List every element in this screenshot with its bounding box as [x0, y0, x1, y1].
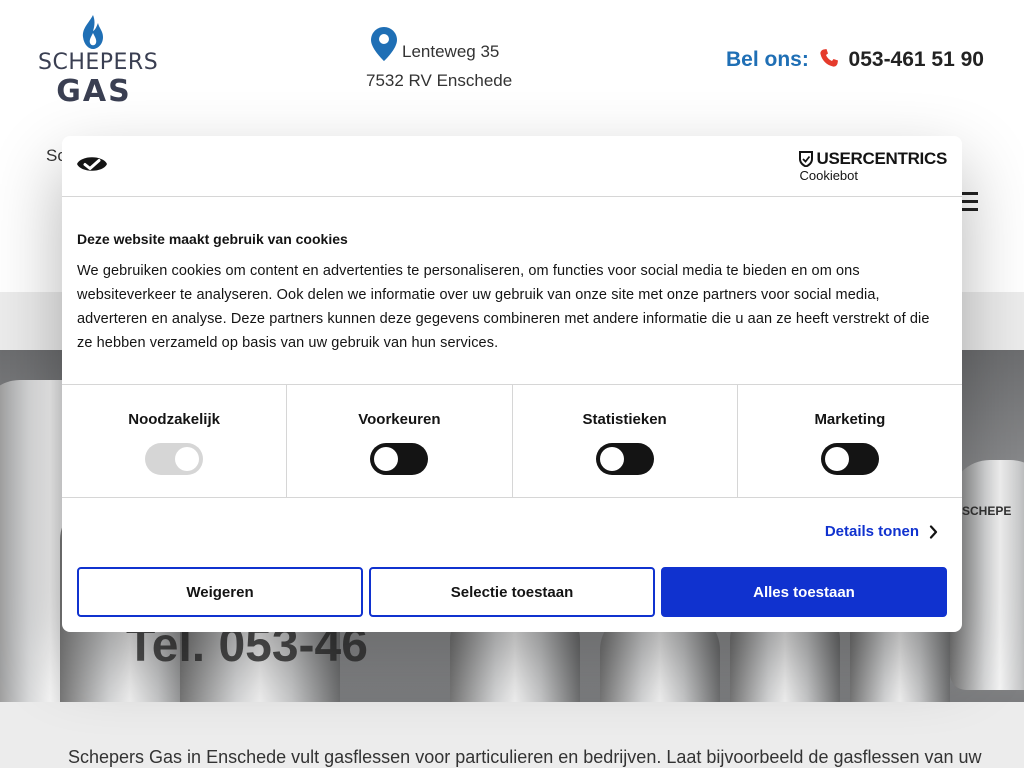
cookie-dialog-title: Deze website maakt gebruik van cookies: [77, 231, 348, 247]
cookiebot-wordmark: Cookiebot: [799, 168, 859, 183]
category-label: Noodzakelijk: [128, 411, 220, 428]
toggle-preferences[interactable]: [370, 443, 429, 475]
category-marketing: Marketing: [738, 385, 962, 497]
category-preferences: Voorkeuren: [287, 385, 513, 497]
cookiebot-eye-icon: [77, 157, 107, 171]
category-statistics: Statistieken: [513, 385, 738, 497]
cookie-categories: Noodzakelijk Voorkeuren Statistieken Mar…: [62, 384, 962, 498]
usercentrics-wordmark: USERCENTRICS: [816, 149, 947, 168]
cookie-dialog-body: We gebruiken cookies om content en adver…: [77, 263, 930, 351]
toggle-marketing[interactable]: [820, 443, 879, 475]
cookie-dialog-header: USERCENTRICS Cookiebot: [62, 136, 962, 197]
category-necessary: Noodzakelijk: [62, 385, 288, 497]
show-details-link[interactable]: Details tonen: [825, 523, 938, 540]
category-label: Statistieken: [582, 411, 667, 428]
category-label: Marketing: [814, 411, 886, 428]
usercentrics-shield-icon: [799, 151, 814, 167]
toggle-statistics[interactable]: [595, 443, 654, 475]
reject-button[interactable]: Weigeren: [77, 567, 363, 617]
allow-all-button[interactable]: Alles toestaan: [661, 567, 947, 617]
show-details-label: Details tonen: [824, 523, 919, 540]
usercentrics-logo[interactable]: USERCENTRICS Cookiebot: [799, 149, 947, 183]
category-label: Voorkeuren: [358, 411, 441, 428]
allow-selection-button[interactable]: Selectie toestaan: [369, 567, 655, 617]
chevron-right-icon: [929, 524, 938, 539]
toggle-necessary: [145, 443, 204, 475]
cookie-consent-dialog: USERCENTRICS Cookiebot Deze website maak…: [62, 136, 962, 632]
